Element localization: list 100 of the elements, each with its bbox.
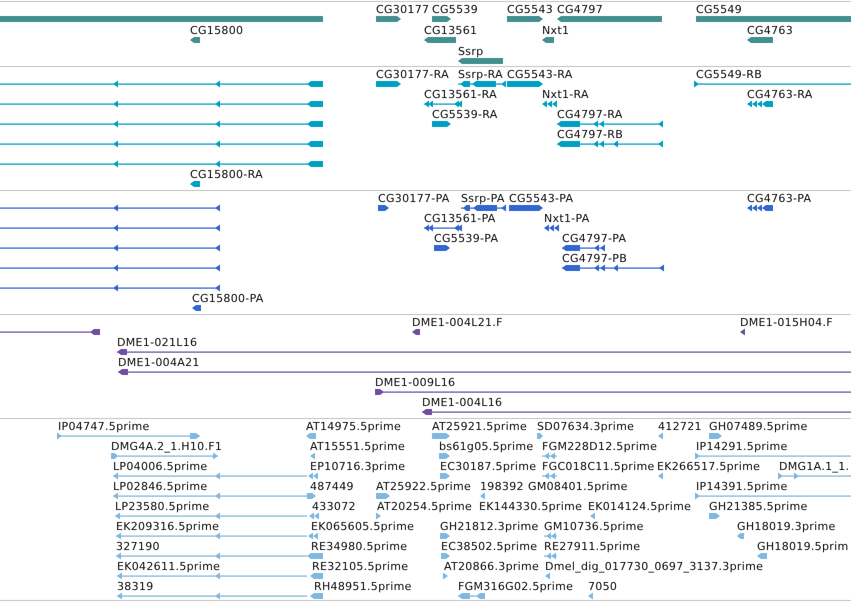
protein-glyph[interactable] — [0, 204, 220, 212]
est-glyph[interactable] — [658, 432, 663, 440]
est-glyph[interactable] — [757, 553, 767, 559]
gene-glyph[interactable] — [432, 16, 451, 22]
transcript-glyph[interactable] — [190, 181, 200, 187]
transcript-glyph[interactable] — [694, 80, 851, 88]
est-glyph[interactable] — [443, 572, 448, 580]
gene-glyph[interactable] — [376, 16, 401, 22]
gene-label: CG5549 — [696, 3, 742, 16]
est-glyph[interactable] — [458, 593, 485, 599]
est-glyph[interactable] — [308, 472, 318, 480]
protein-label: CG30177-PA — [378, 192, 450, 205]
est-glyph[interactable] — [306, 433, 316, 439]
est-glyph[interactable] — [588, 592, 593, 600]
transcript-glyph[interactable] — [0, 120, 323, 128]
transcript-glyph[interactable] — [432, 121, 451, 127]
transcript-glyph[interactable] — [0, 160, 323, 168]
est-glyph[interactable] — [57, 432, 200, 440]
est-glyph[interactable] — [695, 492, 851, 500]
est-glyph[interactable] — [307, 553, 323, 559]
transcript-glyph[interactable] — [0, 140, 323, 148]
protein-glyph[interactable] — [509, 205, 543, 211]
est-glyph[interactable] — [111, 452, 218, 460]
protein-glyph[interactable] — [461, 204, 506, 212]
est-label: LP23580.5prime — [115, 500, 210, 513]
est-glyph[interactable] — [310, 573, 323, 579]
gene-glyph[interactable] — [424, 37, 456, 43]
clone-glyph[interactable] — [422, 409, 851, 415]
transcript-label: CG5549-RB — [696, 68, 762, 81]
gene-glyph[interactable] — [507, 16, 543, 22]
clone-glyph[interactable] — [375, 389, 851, 395]
est-glyph[interactable] — [117, 592, 307, 600]
protein-glyph[interactable] — [424, 224, 462, 232]
gene-label: CG30177 — [376, 3, 430, 16]
est-glyph[interactable] — [544, 532, 557, 540]
est-label: GH18019.3prime — [737, 520, 836, 533]
transcript-glyph[interactable] — [557, 120, 663, 128]
est-glyph[interactable] — [115, 512, 307, 520]
protein-glyph[interactable] — [562, 244, 605, 252]
est-glyph[interactable] — [542, 472, 557, 480]
est-glyph[interactable] — [480, 492, 485, 500]
est-glyph[interactable] — [310, 593, 323, 599]
transcript-glyph[interactable] — [0, 100, 323, 108]
est-glyph[interactable] — [376, 512, 381, 520]
est-glyph[interactable] — [440, 473, 450, 479]
est-glyph[interactable] — [308, 532, 318, 540]
est-glyph[interactable] — [537, 433, 543, 439]
est-glyph[interactable] — [307, 493, 316, 499]
est-glyph[interactable] — [695, 452, 851, 460]
transcript-glyph[interactable] — [542, 100, 557, 108]
transcript-glyph[interactable] — [0, 80, 323, 88]
gene-glyph[interactable] — [542, 37, 554, 43]
transcript-glyph[interactable] — [424, 100, 462, 108]
est-glyph[interactable] — [778, 472, 851, 480]
est-glyph[interactable] — [440, 533, 450, 539]
est-glyph[interactable] — [658, 472, 663, 480]
gene-glyph[interactable] — [190, 37, 200, 43]
protein-glyph[interactable] — [562, 264, 664, 272]
clone-glyph[interactable] — [0, 329, 100, 335]
gene-glyph[interactable] — [557, 16, 662, 22]
transcript-glyph[interactable] — [557, 140, 663, 148]
est-glyph[interactable] — [441, 553, 450, 559]
protein-glyph[interactable] — [0, 244, 220, 252]
est-glyph[interactable] — [709, 433, 722, 439]
clone-glyph[interactable] — [412, 329, 420, 335]
est-glyph[interactable] — [310, 452, 315, 460]
est-glyph[interactable] — [544, 552, 557, 560]
est-label: GH07489.5prime — [709, 420, 808, 433]
gene-label: CG4797 — [557, 3, 603, 16]
clone-glyph[interactable] — [118, 369, 851, 375]
protein-glyph[interactable] — [192, 305, 201, 311]
est-glyph[interactable] — [709, 513, 720, 519]
est-glyph[interactable] — [309, 512, 319, 520]
clone-glyph[interactable] — [740, 328, 745, 336]
est-glyph[interactable] — [542, 452, 557, 460]
protein-label: CG4763-PA — [747, 192, 812, 205]
gene-glyph[interactable] — [458, 58, 503, 64]
clone-glyph[interactable] — [117, 349, 851, 355]
transcript-glyph[interactable] — [458, 80, 506, 88]
est-glyph[interactable] — [376, 493, 390, 499]
protein-glyph[interactable] — [544, 224, 559, 232]
est-label: bs61g05.5prime — [439, 440, 534, 453]
est-glyph[interactable] — [439, 453, 450, 459]
protein-glyph[interactable] — [434, 245, 450, 251]
protein-glyph[interactable] — [378, 205, 389, 211]
protein-glyph[interactable] — [0, 264, 220, 272]
est-label: EC30187.5prime — [440, 460, 536, 473]
transcript-glyph[interactable] — [376, 81, 401, 87]
est-glyph[interactable] — [545, 572, 550, 580]
protein-glyph[interactable] — [0, 224, 220, 232]
transcript-glyph[interactable] — [747, 100, 773, 108]
est-label: FGC018C11.5prime — [542, 460, 655, 473]
gene-glyph[interactable] — [747, 37, 773, 43]
est-glyph[interactable] — [432, 433, 450, 439]
est-glyph[interactable] — [590, 512, 595, 520]
protein-glyph[interactable] — [0, 284, 220, 292]
est-glyph[interactable] — [737, 533, 744, 539]
est-glyph[interactable] — [117, 572, 307, 580]
transcript-label: CG4797-RA — [557, 108, 623, 121]
protein-glyph[interactable] — [747, 204, 773, 212]
